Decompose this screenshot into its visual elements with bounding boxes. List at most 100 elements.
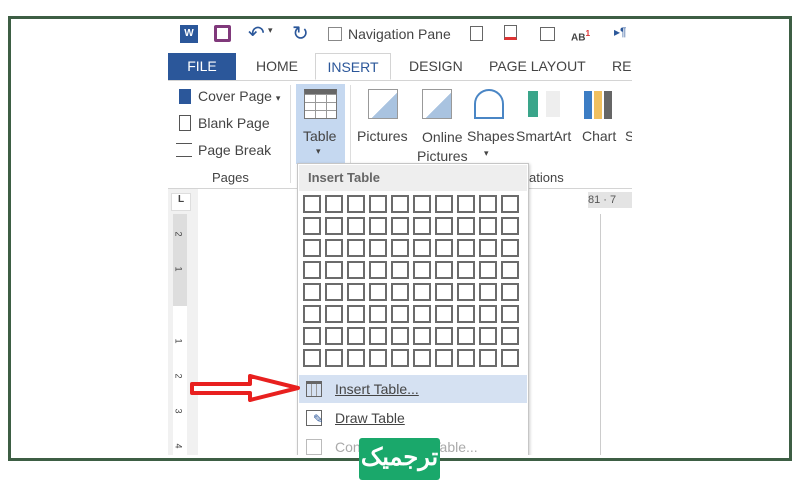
grid-cell[interactable]	[325, 239, 343, 257]
grid-cell[interactable]	[391, 261, 409, 279]
grid-cell[interactable]	[369, 305, 387, 323]
grid-cell[interactable]	[435, 261, 453, 279]
redo-icon[interactable]: ↻	[292, 21, 309, 46]
tab-references[interactable]: REF	[612, 53, 632, 80]
grid-cell[interactable]	[501, 349, 519, 367]
grid-cell[interactable]	[325, 217, 343, 235]
grid-cell[interactable]	[457, 239, 475, 257]
grid-cell[interactable]	[303, 283, 321, 301]
grid-cell[interactable]	[391, 217, 409, 235]
grid-cell[interactable]	[413, 349, 431, 367]
grid-cell[interactable]	[479, 239, 497, 257]
grid-cell[interactable]	[347, 283, 365, 301]
grid-cell[interactable]	[391, 327, 409, 345]
tab-home[interactable]: HOME	[256, 53, 298, 80]
grid-cell[interactable]	[391, 195, 409, 213]
grid-cell[interactable]	[391, 305, 409, 323]
draw-table-menu-item[interactable]: ✎ Draw Table	[299, 404, 527, 432]
grid-cell[interactable]	[413, 217, 431, 235]
insert-table-menu-item[interactable]: Insert Table...	[299, 375, 527, 403]
new-comment-icon[interactable]	[540, 27, 555, 41]
grid-cell[interactable]	[347, 349, 365, 367]
grid-cell[interactable]	[369, 327, 387, 345]
grid-cell[interactable]	[413, 195, 431, 213]
grid-cell[interactable]	[303, 305, 321, 323]
grid-cell[interactable]	[479, 261, 497, 279]
grid-cell[interactable]	[435, 195, 453, 213]
grid-cell[interactable]	[325, 305, 343, 323]
grid-cell[interactable]	[347, 217, 365, 235]
grid-cell[interactable]	[303, 217, 321, 235]
cover-page-button[interactable]: Cover Page ▾	[198, 88, 280, 104]
grid-cell[interactable]	[413, 261, 431, 279]
grid-cell[interactable]	[347, 239, 365, 257]
grid-cell[interactable]	[325, 261, 343, 279]
grid-cell[interactable]	[325, 349, 343, 367]
grid-cell[interactable]	[347, 305, 365, 323]
pictures-button[interactable]: Pictures	[357, 128, 408, 144]
grid-cell[interactable]	[479, 283, 497, 301]
grid-cell[interactable]	[369, 349, 387, 367]
grid-cell[interactable]	[435, 327, 453, 345]
grid-cell[interactable]	[413, 327, 431, 345]
grid-cell[interactable]	[347, 261, 365, 279]
grid-cell[interactable]	[479, 327, 497, 345]
grid-cell[interactable]	[303, 349, 321, 367]
tab-selector-button[interactable]: L	[171, 193, 191, 211]
grid-cell[interactable]	[303, 261, 321, 279]
grid-cell[interactable]	[457, 195, 475, 213]
blank-page-button[interactable]: Blank Page	[198, 115, 270, 131]
table-size-grid[interactable]	[303, 195, 519, 367]
grid-cell[interactable]	[369, 239, 387, 257]
footer-icon[interactable]	[504, 25, 517, 40]
grid-cell[interactable]	[501, 261, 519, 279]
grid-cell[interactable]	[347, 195, 365, 213]
grid-cell[interactable]	[325, 327, 343, 345]
undo-dropdown-icon[interactable]: ▾	[268, 25, 273, 36]
grid-cell[interactable]	[457, 283, 475, 301]
grid-cell[interactable]	[391, 283, 409, 301]
grid-cell[interactable]	[479, 217, 497, 235]
grid-cell[interactable]	[479, 349, 497, 367]
grid-cell[interactable]	[501, 283, 519, 301]
header-icon[interactable]	[470, 26, 483, 41]
grid-cell[interactable]	[391, 239, 409, 257]
tab-insert[interactable]: INSERT	[315, 53, 391, 80]
grid-cell[interactable]	[457, 261, 475, 279]
grid-cell[interactable]	[457, 349, 475, 367]
tab-file[interactable]: FILE	[168, 53, 236, 80]
grid-cell[interactable]	[457, 305, 475, 323]
grid-cell[interactable]	[501, 239, 519, 257]
online-pictures-button[interactable]: Online Pictures	[417, 128, 468, 166]
grid-cell[interactable]	[479, 305, 497, 323]
grid-cell[interactable]	[347, 327, 365, 345]
save-icon[interactable]	[214, 25, 231, 42]
chart-button[interactable]: Chart	[582, 128, 616, 144]
smartart-button[interactable]: SmartArt	[516, 128, 571, 144]
page-break-button[interactable]: Page Break	[198, 142, 271, 158]
grid-cell[interactable]	[479, 195, 497, 213]
screenshot-button[interactable]: S	[625, 128, 632, 144]
grid-cell[interactable]	[435, 239, 453, 257]
grid-cell[interactable]	[501, 217, 519, 235]
tab-page-layout[interactable]: PAGE LAYOUT	[489, 53, 586, 80]
footnote-icon[interactable]: AB1	[571, 28, 590, 43]
grid-cell[interactable]	[325, 283, 343, 301]
grid-cell[interactable]	[457, 217, 475, 235]
grid-cell[interactable]	[303, 195, 321, 213]
grid-cell[interactable]	[413, 305, 431, 323]
grid-cell[interactable]	[369, 283, 387, 301]
grid-cell[interactable]	[501, 195, 519, 213]
grid-cell[interactable]	[501, 305, 519, 323]
table-button[interactable]: Table ▾	[296, 84, 345, 164]
grid-cell[interactable]	[435, 283, 453, 301]
grid-cell[interactable]	[435, 349, 453, 367]
grid-cell[interactable]	[303, 239, 321, 257]
grid-cell[interactable]	[303, 327, 321, 345]
grid-cell[interactable]	[369, 195, 387, 213]
tab-design[interactable]: DESIGN	[409, 53, 463, 80]
grid-cell[interactable]	[391, 349, 409, 367]
grid-cell[interactable]	[413, 239, 431, 257]
grid-cell[interactable]	[413, 283, 431, 301]
grid-cell[interactable]	[435, 305, 453, 323]
